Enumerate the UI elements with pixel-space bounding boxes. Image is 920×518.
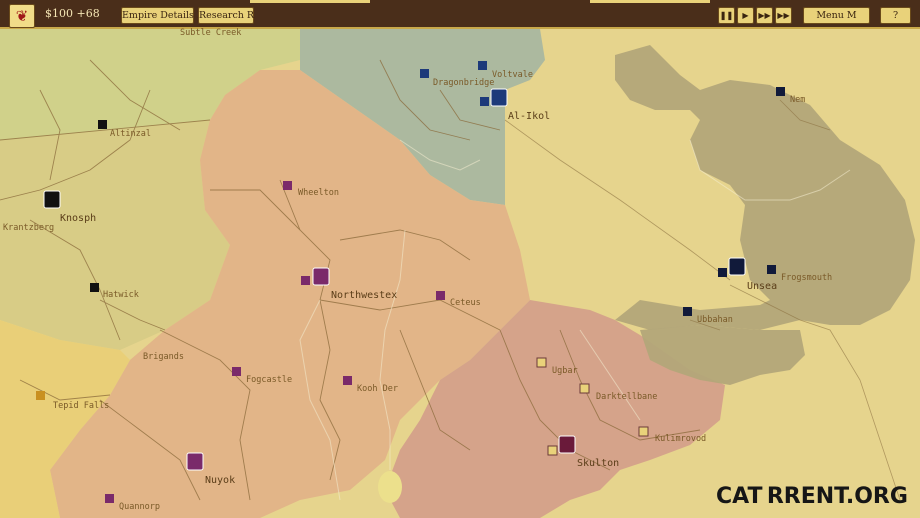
city-label[interactable]: Unsea (747, 281, 777, 292)
fast-forward-icon[interactable]: ▶▶ (756, 7, 773, 24)
city-marker[interactable] (283, 181, 292, 190)
fastest-forward-icon[interactable]: ▶▶ (775, 7, 792, 24)
city-label[interactable]: Voltvale (492, 70, 533, 80)
topbar-trim (590, 0, 710, 3)
city-label[interactable]: Nuyok (205, 475, 235, 486)
city-label[interactable]: Krantzberg (3, 223, 54, 233)
empire-details-button[interactable]: Empire Details E (121, 7, 204, 24)
city-label[interactable]: Al-Ikol (508, 111, 550, 122)
city-label[interactable]: Northwestex (331, 290, 397, 301)
city-marker[interactable] (343, 376, 352, 385)
city-label[interactable]: Skulton (577, 458, 619, 469)
city-marker[interactable] (480, 97, 489, 106)
research-button[interactable]: Research R (198, 7, 254, 24)
city-label[interactable]: Kooh Der (357, 384, 398, 394)
city-marker[interactable] (90, 283, 99, 292)
capital-shield-icon[interactable] (186, 452, 204, 471)
city-label[interactable]: Dragonbridge (433, 78, 494, 88)
capital-shield-icon[interactable] (558, 435, 576, 454)
city-label[interactable]: Ubbahan (697, 315, 733, 325)
city-marker[interactable] (547, 445, 558, 456)
city-marker[interactable] (683, 307, 692, 316)
city-marker[interactable] (232, 367, 241, 376)
city-label[interactable]: Hatwick (103, 290, 139, 300)
city-label[interactable]: Altinzal (110, 129, 151, 139)
capital-shield-icon[interactable] (728, 257, 746, 276)
city-label[interactable]: Knosph (60, 213, 96, 224)
money-display: $100 +68 (45, 7, 100, 20)
city-marker[interactable] (638, 426, 649, 437)
top-bar: ❦ $100 +68 Empire Details E Research R ❚… (0, 0, 920, 29)
capital-shield-icon[interactable] (312, 267, 330, 286)
city-label[interactable]: Fogcastle (246, 375, 292, 385)
city-label[interactable]: Tepid Falls (53, 401, 109, 411)
city-marker[interactable] (776, 87, 785, 96)
city-marker[interactable] (436, 291, 445, 300)
city-label[interactable]: Darktellbane (596, 392, 657, 402)
city-label[interactable]: Ugbar (552, 366, 578, 376)
capital-shield-icon[interactable] (490, 88, 508, 107)
city-label[interactable]: Brigands (143, 352, 184, 362)
city-label[interactable]: Frogsmouth (781, 273, 832, 283)
pause-icon[interactable]: ❚❚ (718, 7, 735, 24)
play-icon[interactable]: ▶ (737, 7, 754, 24)
topbar-trim (250, 0, 370, 3)
lake (378, 471, 402, 503)
city-marker[interactable] (420, 69, 429, 78)
city-marker[interactable] (301, 276, 310, 285)
watermark: CAT RRENT.ORG (716, 484, 908, 509)
dragon-crest-icon[interactable]: ❦ (9, 4, 35, 28)
city-label[interactable]: Subtle Creek (180, 28, 241, 38)
capital-shield-icon[interactable] (43, 190, 61, 209)
city-marker[interactable] (105, 494, 114, 503)
city-marker[interactable] (536, 357, 547, 368)
city-label[interactable]: Quannorp (119, 502, 160, 512)
city-label[interactable]: Ceteus (450, 298, 481, 308)
help-button[interactable]: ? (880, 7, 911, 24)
menu-button[interactable]: Menu M (803, 7, 870, 24)
city-label[interactable]: Kulimrovod (655, 434, 706, 444)
city-marker[interactable] (36, 391, 45, 400)
city-marker[interactable] (767, 265, 776, 274)
city-marker[interactable] (98, 120, 107, 129)
city-marker[interactable] (478, 61, 487, 70)
city-label[interactable]: Nem (790, 95, 805, 105)
city-label[interactable]: Wheelton (298, 188, 339, 198)
city-marker[interactable] (718, 268, 727, 277)
city-marker[interactable] (579, 383, 590, 394)
